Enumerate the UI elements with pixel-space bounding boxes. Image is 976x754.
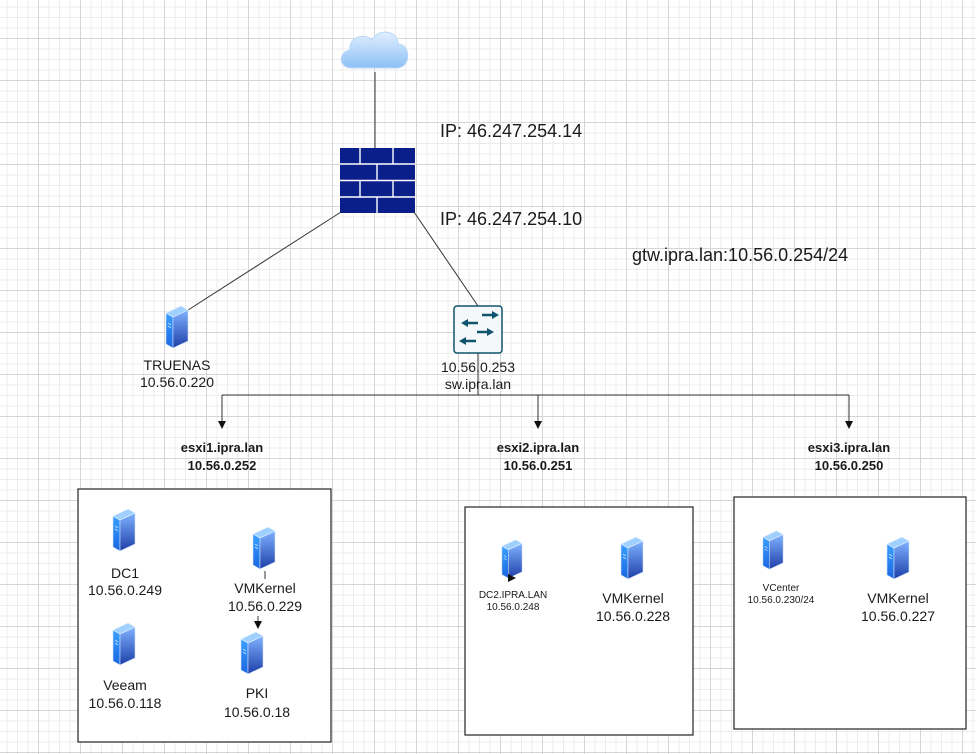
diagram-canvas: IP: 46.247.254.14 IP: 46.247.254.10 gtw.… [0,0,976,754]
firewall-lan-ip: IP: 46.247.254.10 [440,209,582,229]
veeam-server-icon[interactable] [112,622,136,666]
dc1-ip: 10.56.0.249 [88,582,162,598]
vmkernel1-ip: 10.56.0.229 [228,598,302,614]
vmkernel3-server-icon[interactable] [886,536,910,580]
switch-ip: 10.56.0.253 [441,359,515,375]
esxi1-ip: 10.56.0.252 [188,458,257,473]
veeam-ip: 10.56.0.118 [89,695,162,711]
vmkernel2-ip: 10.56.0.228 [596,608,670,624]
vmkernel1-server-icon[interactable] [252,526,276,570]
pki-ip: 10.56.0.18 [224,704,290,720]
truenas-server-icon[interactable] [165,305,189,349]
esxi3-name: esxi3.ipra.lan [808,440,890,455]
esxi2-name: esxi2.ipra.lan [497,440,579,455]
network-diagram: IP: 46.247.254.14 IP: 46.247.254.10 gtw.… [77,31,967,743]
firewall-truenas-link [184,211,342,313]
pki-name: PKI [246,685,269,701]
vmkernel2-name: VMKernel [602,590,663,606]
vmkernel3-ip: 10.56.0.227 [861,608,935,624]
truenas-ip: 10.56.0.220 [140,374,214,390]
vmkernel3-name: VMKernel [867,590,928,606]
gateway-label: gtw.ipra.lan:10.56.0.254/24 [632,245,848,265]
cloud-icon[interactable] [340,31,409,69]
switch-name: sw.ipra.lan [445,376,511,392]
vcenter-server-icon[interactable] [762,530,784,570]
dc2-server-icon[interactable] [501,539,523,579]
firewall-icon[interactable] [340,148,415,213]
firewall-wan-ip: IP: 46.247.254.14 [440,121,582,141]
dc1-name: DC1 [111,565,139,581]
esxi1-name: esxi1.ipra.lan [181,440,263,455]
switch-icon[interactable] [453,305,503,354]
vcenter-name: VCenter [763,583,800,594]
vmkernel2-server-icon[interactable] [620,536,644,580]
pki-server-icon[interactable] [240,631,264,675]
truenas-name: TRUENAS [144,357,211,373]
dc2-name: DC2.IPRA.LAN [479,590,547,601]
esxi2-ip: 10.56.0.251 [504,458,573,473]
vcenter-ip: 10.56.0.230/24 [748,595,815,606]
dc1-server-icon[interactable] [112,508,136,552]
veeam-name: Veeam [103,677,147,693]
vmkernel1-name: VMKernel [234,580,295,596]
esxi3-ip: 10.56.0.250 [815,458,884,473]
dc2-ip: 10.56.0.248 [487,602,540,613]
